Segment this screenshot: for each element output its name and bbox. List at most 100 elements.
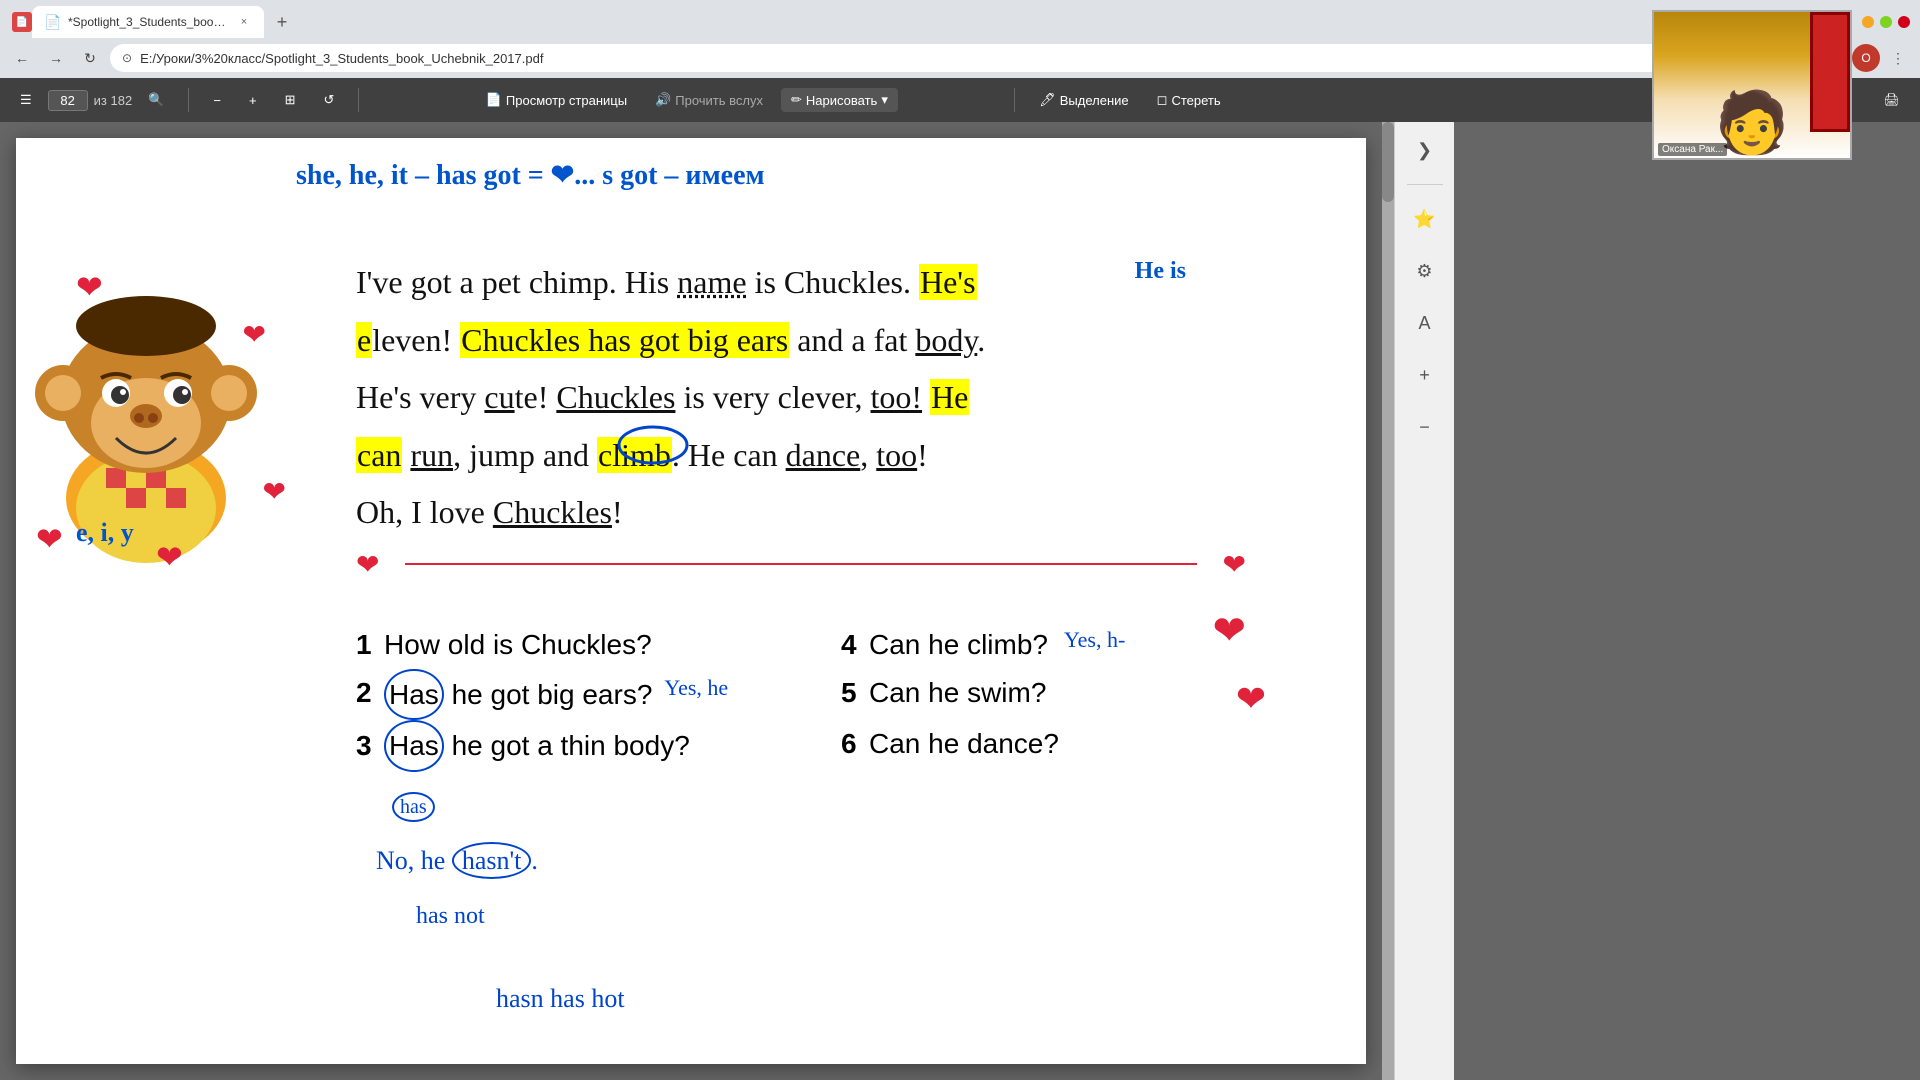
question-2: 2 Has he got big ears? Yes, he bbox=[356, 669, 761, 721]
forward-button[interactable]: → bbox=[42, 44, 70, 72]
pdf-page: ❤ ❤ ❤ ❤ she, he, it – has got = ❤... s g… bbox=[16, 138, 1366, 1064]
back-button[interactable]: ← bbox=[8, 44, 36, 72]
phone-booth bbox=[1810, 12, 1850, 132]
q-text-1: How old is Chuckles? bbox=[384, 621, 652, 669]
zoom-in-icon: + bbox=[249, 93, 257, 108]
read-aloud-label: Прочить вслух bbox=[675, 93, 763, 108]
menu-icon[interactable]: ⋮ bbox=[1884, 44, 1912, 72]
he-can-highlight: He bbox=[930, 379, 969, 415]
has-circled: has bbox=[392, 792, 435, 822]
draw-button[interactable]: ✏ Нарисовать ▾ bbox=[781, 88, 898, 112]
sidebar-bookmark-icon[interactable]: ⭐ bbox=[1407, 201, 1443, 237]
refresh-button[interactable]: ↻ bbox=[76, 44, 104, 72]
separator-3 bbox=[1014, 88, 1015, 112]
hasn-has-hot-annotation: hasn has hot bbox=[496, 984, 625, 1014]
pdf-toolbar: ☰ из 182 🔍 − + ⊞ ↺ 📄 Просмотр страницы bbox=[0, 78, 1920, 122]
heart-divider-2: ❤ bbox=[1223, 548, 1246, 581]
q-text-5: Can he swim? bbox=[869, 669, 1046, 717]
address-bar[interactable]: ⊙ E:/Уроки/3%20класс/Spotlight_3_Student… bbox=[110, 44, 1750, 72]
zoom-out-button[interactable]: − bbox=[203, 89, 231, 112]
run-underline: run bbox=[410, 437, 453, 473]
webcam-background: 🧑 Оксана Рак... bbox=[1654, 12, 1850, 158]
tab-favicon: 📄 bbox=[12, 12, 32, 32]
yes-he-can-annotation: Yes, h- bbox=[1064, 621, 1125, 658]
highlight-label: Выделение bbox=[1060, 93, 1129, 108]
questions-grid: 1 How old is Chuckles? 4 Can he climb? Y… bbox=[356, 621, 1246, 936]
sidebar-toggle-icon[interactable]: ❯ bbox=[1407, 132, 1443, 168]
yes-he-annotation: Yes, he bbox=[664, 669, 728, 706]
scrollbar[interactable] bbox=[1382, 122, 1394, 1080]
q-num-5: 5 bbox=[841, 669, 861, 717]
zoom-in-button[interactable]: + bbox=[239, 89, 267, 112]
profile-avatar[interactable]: О bbox=[1852, 44, 1880, 72]
main-text: I've got a pet chimp. His name is Chuckl… bbox=[356, 258, 1246, 538]
q-num-1: 1 bbox=[356, 621, 376, 669]
tab-close-button[interactable]: × bbox=[236, 14, 252, 30]
browser-chrome: 📄 📄 *Spotlight_3_Students_book_Uc... × +… bbox=[0, 0, 1920, 122]
tab-bar: 📄 📄 *Spotlight_3_Students_book_Uc... × + bbox=[0, 0, 1920, 38]
dance-underline: dance bbox=[786, 437, 861, 473]
rotate-icon: ↺ bbox=[323, 92, 334, 108]
maximize-button[interactable] bbox=[1880, 16, 1892, 28]
page-number-input[interactable] bbox=[48, 90, 88, 111]
hamburger-menu[interactable]: ☰ bbox=[10, 88, 42, 112]
view-page-label: Просмотр страницы bbox=[506, 93, 627, 108]
q-num-2: 2 bbox=[356, 669, 376, 717]
address-bar-row: ← → ↻ ⊙ E:/Уроки/3%20класс/Spotlight_3_S… bbox=[0, 38, 1920, 78]
eleven-highlight: e bbox=[356, 322, 372, 358]
sidebar-add-icon[interactable]: + bbox=[1407, 357, 1443, 393]
can-highlight: can bbox=[356, 437, 402, 473]
webcam-name-label: Оксана Рак... bbox=[1658, 143, 1727, 156]
close-button[interactable] bbox=[1898, 16, 1910, 28]
new-tab-button[interactable]: + bbox=[268, 8, 296, 36]
read-aloud-button[interactable]: 🔊 Прочить вслух bbox=[645, 88, 773, 112]
eiy-annotation: e, i, y bbox=[76, 518, 134, 548]
question-6: 6 Can he dance? bbox=[841, 720, 1246, 936]
q-num-3: 3 bbox=[356, 722, 376, 770]
view-page-button[interactable]: 📄 Просмотр страницы bbox=[476, 88, 637, 112]
q-text-2-pre: Has he got big ears? bbox=[384, 669, 652, 721]
pdf-content-wrap: ❤ ❤ ❤ ❤ she, he, it – has got = ❤... s g… bbox=[0, 122, 1382, 1080]
fit-page-icon: ⊞ bbox=[285, 92, 296, 108]
no-he-hasnt: No, he hasn't. bbox=[376, 839, 538, 883]
top-annotation: she, he, it – has got = ❤... s got – име… bbox=[296, 158, 765, 192]
minimize-button[interactable] bbox=[1862, 16, 1874, 28]
main-area: 🧑 Оксана Рак... bbox=[0, 122, 1920, 1080]
sidebar-text-icon[interactable]: A bbox=[1407, 305, 1443, 341]
tab-title: *Spotlight_3_Students_book_Uc... bbox=[68, 15, 228, 29]
questions-section: 1 How old is Chuckles? 4 Can he climb? Y… bbox=[356, 621, 1246, 936]
sidebar-settings-icon[interactable]: ⚙ bbox=[1407, 253, 1443, 289]
address-text: E:/Уроки/3%20класс/Spotlight_3_Students_… bbox=[140, 51, 1717, 66]
search-pdf-button[interactable]: 🔍 bbox=[138, 88, 174, 112]
tab-active[interactable]: 📄 *Spotlight_3_Students_book_Uc... × bbox=[32, 6, 264, 38]
view-page-icon: 📄 bbox=[486, 92, 502, 108]
heart-decoration-4: ❤ bbox=[263, 475, 286, 508]
heart-left: ❤ bbox=[156, 538, 183, 576]
q-num-6: 6 bbox=[841, 720, 861, 768]
has-not-annotation: has not bbox=[416, 896, 485, 937]
zoom-out-icon: − bbox=[213, 93, 221, 108]
question-5: 5 Can he swim? bbox=[841, 669, 1246, 721]
heart-decoration-3: ❤ bbox=[36, 520, 63, 558]
climb-circle: imb bbox=[621, 431, 671, 481]
erase-button[interactable]: ◻ Стереть bbox=[1147, 88, 1231, 112]
too-underline: too! bbox=[871, 379, 923, 415]
q-text-4: Can he climb? bbox=[869, 621, 1048, 669]
question-3: 3 Has he got a thin body? has bbox=[356, 720, 761, 936]
scrollbar-thumb[interactable] bbox=[1382, 122, 1394, 202]
print-button[interactable]: 🖨 bbox=[1873, 88, 1910, 112]
rotate-button[interactable]: ↺ bbox=[313, 88, 344, 112]
highlight-button[interactable]: 🖊 Выделение bbox=[1029, 88, 1138, 112]
divider-row: ❤ ❤ bbox=[356, 548, 1246, 581]
cute-underline: cu bbox=[484, 379, 514, 415]
print-icon: 🖨 bbox=[1883, 92, 1900, 108]
name-underline: name bbox=[677, 264, 746, 300]
sidebar-zoom-minus-icon[interactable]: − bbox=[1407, 409, 1443, 445]
right-sidebar: ❯ ⭐ ⚙ A + − bbox=[1394, 122, 1454, 1080]
page-total: из 182 bbox=[94, 93, 133, 108]
climb-highlight: climb bbox=[597, 437, 672, 473]
fit-page-button[interactable]: ⊞ bbox=[275, 88, 306, 112]
heart-decoration-2: ❤ bbox=[243, 318, 266, 351]
divider-line bbox=[405, 563, 1196, 565]
erase-icon: ◻ bbox=[1157, 92, 1168, 108]
